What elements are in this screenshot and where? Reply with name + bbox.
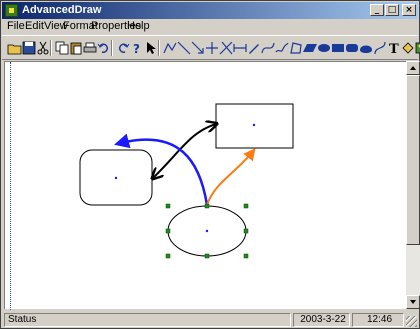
rectangle-center-dot: [252, 123, 256, 127]
toolbar-separator: [111, 40, 113, 56]
scroll-thumb[interactable]: [406, 75, 420, 245]
maximize-icon: □: [387, 5, 397, 15]
selection-handle-nw[interactable]: [165, 203, 171, 209]
black-double-arrow-connector[interactable]: [153, 124, 216, 178]
selection-handle-se[interactable]: [243, 253, 249, 259]
menu-help[interactable]: Help: [127, 20, 150, 32]
maximize-button[interactable]: □: [385, 4, 399, 16]
status-text: Status: [4, 313, 291, 327]
resize-grip[interactable]: [406, 316, 417, 327]
undo-icon: [97, 43, 109, 53]
toolbar-separator: [158, 40, 160, 56]
selection-handle-ne[interactable]: [243, 203, 249, 209]
selection-handle-s[interactable]: [204, 253, 210, 259]
arrow-up-icon: [410, 66, 416, 70]
menu-file[interactable]: File: [7, 20, 25, 32]
vertical-scrollbar[interactable]: [406, 61, 420, 309]
arrow-down-icon: [410, 300, 416, 304]
pointer-tool-button[interactable]: [143, 40, 159, 56]
status-date: 2003-3-22: [293, 313, 350, 327]
selection-handle-w[interactable]: [165, 228, 171, 234]
window-title: AdvancedDraw: [22, 4, 102, 16]
orange-arrow-connector[interactable]: [206, 148, 256, 206]
cut-icon: [37, 41, 49, 55]
status-time: 12:46: [352, 313, 404, 327]
toolbar-separator: [50, 40, 52, 56]
minimize-button[interactable]: _: [370, 4, 384, 16]
toolbar: ? T: [2, 35, 420, 60]
drawing-canvas[interactable]: [4, 61, 406, 310]
ellipse-center-dot: [205, 229, 209, 233]
close-icon: ×: [405, 5, 413, 15]
scroll-up-button[interactable]: [406, 61, 420, 75]
diagram: [79, 103, 294, 259]
title-bar[interactable]: AdvancedDraw _ □ ×: [2, 2, 418, 19]
app-window: AdvancedDraw _ □ × File Edit View Format…: [0, 0, 420, 329]
menu-bar: File Edit View Format Properties Help: [2, 19, 418, 35]
image-tool-button[interactable]: [414, 40, 420, 56]
minimize-icon: _: [374, 5, 380, 15]
image-icon: [415, 42, 420, 54]
menu-edit[interactable]: Edit: [25, 20, 44, 32]
scroll-down-button[interactable]: [406, 295, 420, 309]
selection-handle-sw[interactable]: [165, 253, 171, 259]
selection-handle-e[interactable]: [243, 228, 249, 234]
selection-handle-n[interactable]: [204, 203, 210, 209]
svg-text:?: ?: [133, 42, 140, 56]
close-button[interactable]: ×: [402, 4, 416, 16]
svg-text:T: T: [389, 42, 399, 56]
rounded-rectangle-center-dot: [114, 176, 118, 180]
status-bar: Status 2003-3-22 12:46: [2, 311, 418, 328]
app-icon: [5, 4, 18, 17]
pointer-icon: [147, 42, 156, 54]
cut-tool-button[interactable]: [35, 40, 51, 56]
undo-tool-button[interactable]: [96, 40, 112, 56]
